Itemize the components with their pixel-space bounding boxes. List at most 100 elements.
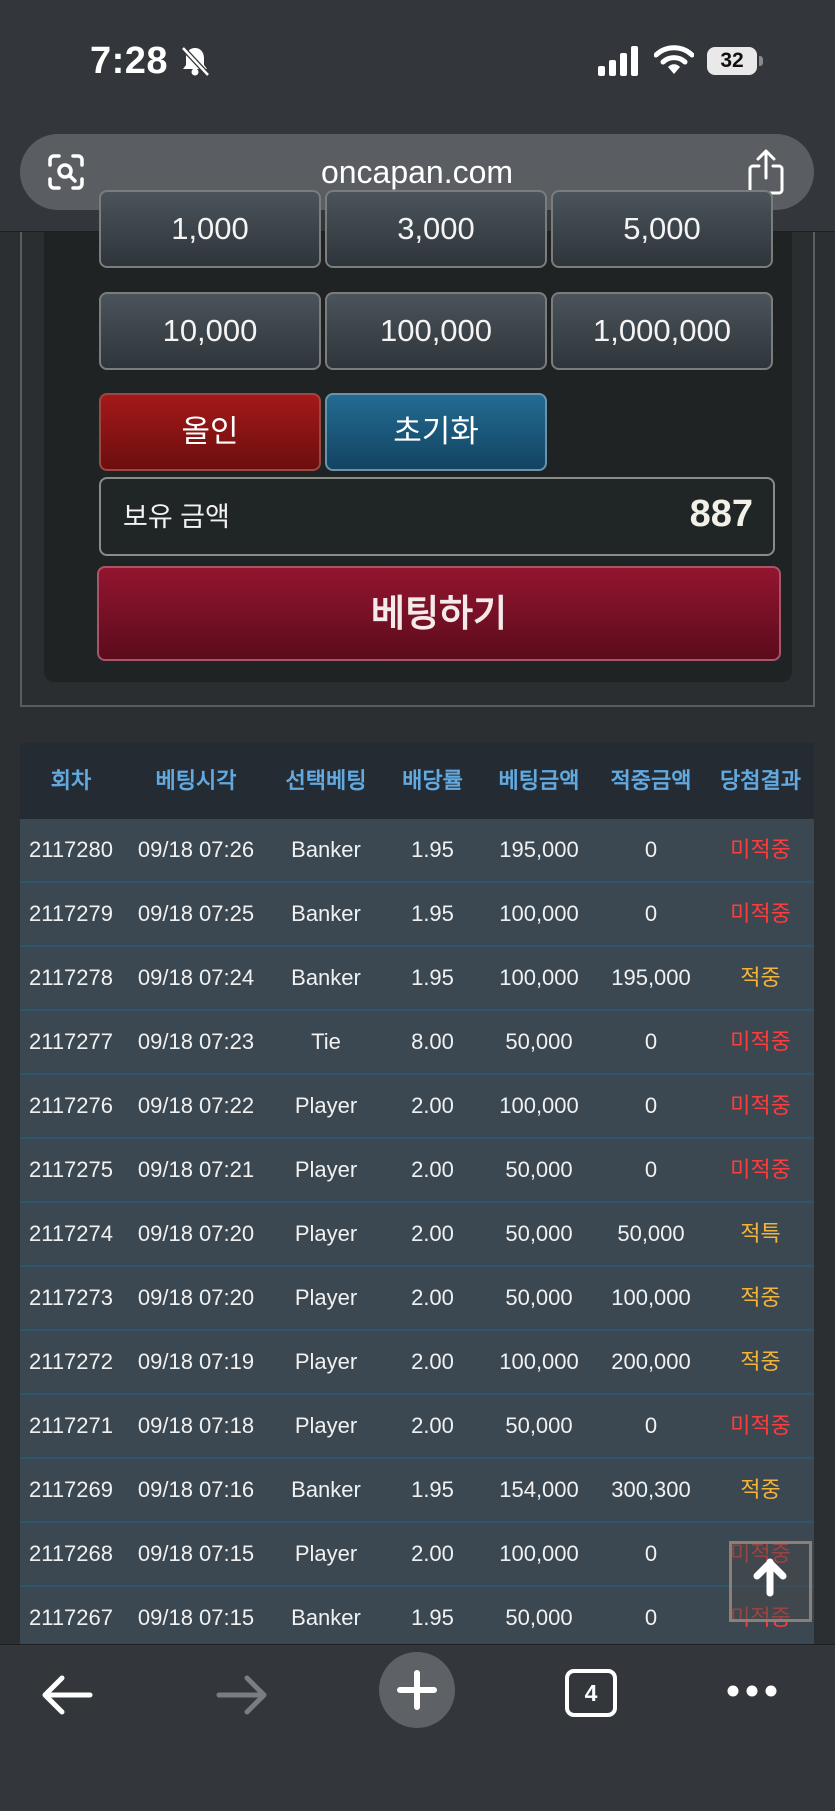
cell-bet-time: 09/18 07:16 [137, 1477, 255, 1502]
place-bet-button[interactable]: 베팅하기 [97, 566, 781, 661]
cell-selection: Player [294, 1349, 358, 1374]
cell-selection: Player [294, 1285, 358, 1310]
cell-round: 2117268 [28, 1541, 113, 1566]
status-time: 7:28 [90, 40, 169, 82]
cell-round: 2117280 [28, 837, 113, 862]
chip-button-10000[interactable]: 10,000 [99, 292, 321, 370]
cell-bet-amount: 100,000 [499, 1349, 579, 1374]
forward-arrow-icon[interactable] [215, 1673, 269, 1717]
cell-odds: 2.00 [411, 1541, 454, 1566]
cell-result: 적중 [740, 1349, 781, 1374]
back-arrow-icon[interactable] [40, 1673, 94, 1717]
cell-result: 적중 [740, 1285, 781, 1310]
cell-bet-time: 09/18 07:18 [137, 1413, 255, 1438]
table-row: 2117273 09/18 07:20 Player 2.00 50,000 100,00… [20, 1267, 814, 1331]
cell-bet-time: 09/18 07:22 [137, 1093, 255, 1118]
cell-selection: Player [294, 1413, 358, 1438]
cell-round: 2117275 [28, 1157, 113, 1182]
cell-bet-amount: 100,000 [499, 901, 579, 926]
cell-odds: 2.00 [411, 1349, 454, 1374]
chip-button-3000[interactable]: 3,000 [325, 190, 547, 268]
chip-button-5000[interactable]: 5,000 [551, 190, 773, 268]
cell-odds: 1.95 [411, 837, 454, 862]
header-selection: 선택베팅 [285, 768, 367, 793]
cell-bet-time: 09/18 07:19 [137, 1349, 255, 1374]
header-result: 당첨결과 [720, 768, 801, 793]
cell-round: 2117276 [28, 1093, 113, 1118]
cell-bet-time: 09/18 07:26 [137, 837, 255, 862]
table-row: 2117279 09/18 07:25 Banker 1.95 100,000 0 미적중 [20, 883, 814, 947]
chip-button-100000[interactable]: 100,000 [325, 292, 547, 370]
cell-selection: Banker [291, 1605, 361, 1630]
cell-round: 2117278 [28, 965, 113, 990]
cell-round: 2117267 [28, 1605, 113, 1630]
cell-bet-time: 09/18 07:15 [137, 1541, 255, 1566]
cell-selection: Banker [291, 965, 361, 990]
table-row: 2117274 09/18 07:20 Player 2.00 50,000 50,000… [20, 1203, 814, 1267]
chip-button-1000000[interactable]: 1,000,000 [551, 292, 773, 370]
table-row: 2117272 09/18 07:19 Player 2.00 100,000 200,0… [20, 1331, 814, 1395]
cell-bet-amount: 50,000 [505, 1029, 573, 1054]
cell-win-amount: 300,300 [611, 1477, 691, 1502]
cell-bet-amount: 100,000 [499, 965, 579, 990]
cell-bet-time: 09/18 07:20 [137, 1221, 255, 1246]
balance-value: 887 [689, 493, 753, 535]
cellular-signal-icon [598, 46, 638, 76]
cell-selection: Banker [291, 1477, 361, 1502]
cell-round: 2117274 [28, 1221, 113, 1246]
scroll-to-top-button[interactable] [729, 1541, 812, 1622]
cell-bet-amount: 50,000 [505, 1605, 573, 1630]
table-header: 회차 베팅시각 선택베팅 배당률 베팅금액 적중금액 당첨결과 [20, 743, 814, 819]
tabs-button[interactable]: 4 [565, 1669, 617, 1717]
page: 7:28 32 oncapan.com 1,000 3,000 5,000 10… [0, 0, 835, 1811]
reset-button[interactable]: 초기화 [325, 393, 547, 471]
cell-win-amount: 0 [644, 1605, 658, 1630]
balance-display: 보유 금액 887 [99, 477, 775, 556]
cell-odds: 2.00 [411, 1157, 454, 1182]
balance-label: 보유 금액 [123, 502, 230, 532]
share-icon[interactable] [744, 148, 788, 196]
cell-result: 미적중 [730, 1093, 791, 1118]
header-bet-amount: 베팅금액 [498, 768, 580, 793]
cell-result: 미적중 [730, 901, 791, 926]
cell-win-amount: 0 [644, 1541, 658, 1566]
header-round: 회차 [50, 768, 92, 793]
cell-win-amount: 0 [644, 901, 658, 926]
cell-win-amount: 0 [644, 837, 658, 862]
cell-bet-amount: 50,000 [505, 1285, 573, 1310]
visual-lookup-icon[interactable] [46, 152, 86, 192]
new-tab-plus-icon[interactable] [378, 1651, 456, 1729]
cell-bet-amount: 50,000 [505, 1221, 573, 1246]
cell-win-amount: 0 [644, 1413, 658, 1438]
cell-odds: 2.00 [411, 1221, 454, 1246]
battery-icon: 32 [707, 47, 763, 75]
cell-result: 미적중 [730, 837, 791, 862]
cell-result: 적특 [740, 1221, 781, 1246]
more-options-icon[interactable] [725, 1681, 779, 1701]
all-in-button[interactable]: 올인 [99, 393, 321, 471]
cell-bet-amount: 50,000 [505, 1157, 573, 1182]
cell-result: 적중 [740, 1477, 781, 1502]
cell-odds: 1.95 [411, 1477, 454, 1502]
cell-round: 2117279 [28, 901, 113, 926]
browser-toolbar: 4 [0, 1644, 835, 1811]
arrow-up-icon [753, 1558, 787, 1597]
cell-win-amount: 195,000 [611, 965, 691, 990]
cell-bet-time: 09/18 07:25 [137, 901, 255, 926]
table-row: 2117280 09/18 07:26 Banker 1.95 195,000 0 미적중 [20, 819, 814, 883]
cell-bet-amount: 50,000 [505, 1413, 573, 1438]
table-row: 211726709/18 07:15Banker1.9550,0000미적중 [20, 1587, 814, 1651]
header-odds: 배당률 [402, 768, 463, 793]
cell-result: 미적중 [730, 1413, 791, 1438]
cell-win-amount: 100,000 [611, 1285, 691, 1310]
cell-odds: 1.95 [411, 901, 454, 926]
cell-odds: 1.95 [411, 965, 454, 990]
cell-selection: Tie [311, 1029, 341, 1054]
cell-bet-time: 09/18 07:21 [137, 1157, 255, 1182]
cell-round: 2117271 [28, 1413, 113, 1438]
table-row: 2117275 09/18 07:21 Player 2.00 50,000 0 미적중 [20, 1139, 814, 1203]
cell-odds: 8.00 [411, 1029, 454, 1054]
table-row: 2117277 09/18 07:23 Tie 8.00 50,000 0 미적중 [20, 1011, 814, 1075]
chip-button-1000[interactable]: 1,000 [99, 190, 321, 268]
header-bet-time: 베팅시각 [155, 768, 237, 793]
